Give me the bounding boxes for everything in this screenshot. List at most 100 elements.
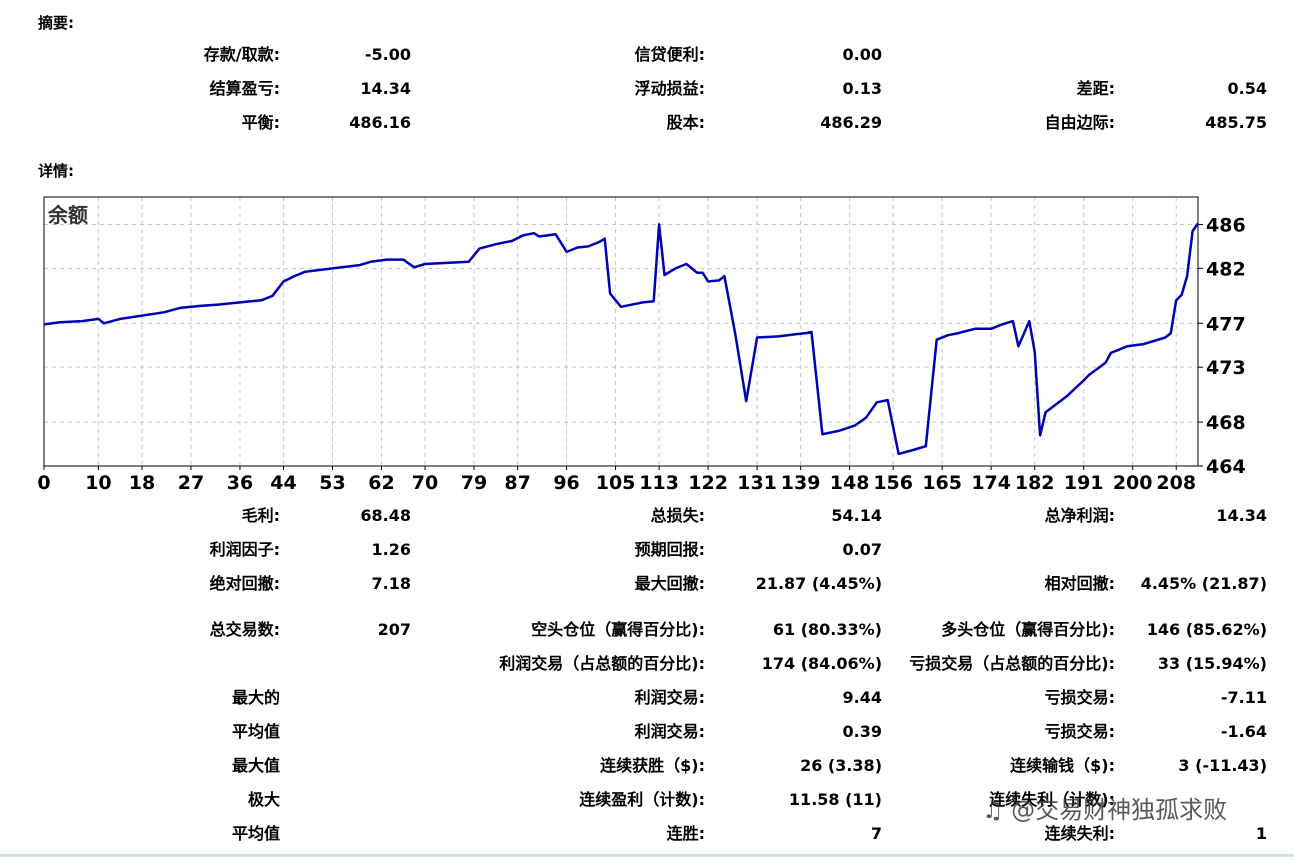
x-tick-label: 156: [873, 472, 913, 494]
stats-label: 毛利:: [241, 506, 280, 525]
stats-value: 61 (80.33%): [772, 620, 882, 639]
summary-label: 平衡:: [241, 113, 280, 132]
summary-value: 0.13: [842, 79, 882, 98]
stats-label: 总交易数:: [209, 620, 280, 639]
y-tick-label: 468: [1206, 412, 1246, 434]
stats-label: 连续输钱（$):: [1010, 756, 1115, 775]
x-tick-label: 18: [129, 472, 155, 494]
stats-label: 总损失:: [650, 506, 705, 525]
stats-value: 68.48: [360, 506, 411, 525]
x-tick-label: 113: [639, 472, 679, 494]
stats-label: 极大: [247, 790, 280, 809]
balance-chart: 0 10 18 27 36 44 53 62 70 79 87 96 105 113 122 131 139 14…: [37, 196, 1246, 494]
stats-value: 207: [377, 620, 411, 639]
stats-label: 亏损交易（占总额的百分比):: [909, 654, 1115, 673]
x-tick-label: 79: [461, 472, 487, 494]
stats-label: 连续盈利（计数):: [579, 790, 705, 809]
stats-label: 利润交易:: [634, 688, 705, 707]
stats-label: 亏损交易:: [1044, 722, 1115, 741]
x-tick-label: 122: [688, 472, 728, 494]
summary-value: 486.29: [820, 113, 882, 132]
x-tick-label: 165: [922, 472, 962, 494]
summary-value: 0.54: [1227, 79, 1267, 98]
stats-value: 21.87 (4.45%): [755, 574, 882, 593]
x-tick-label: 62: [368, 472, 394, 494]
x-tick-label: 148: [830, 472, 870, 494]
watermark: ♫ @交易财神独孤求败: [982, 790, 1282, 830]
stats-label: 最大回撤:: [634, 574, 705, 593]
stats-value: 26 (3.38): [800, 756, 882, 775]
stats-label: 利润交易:: [634, 722, 705, 741]
y-tick-label: 477: [1206, 313, 1246, 335]
summary-label: 股本:: [666, 113, 705, 132]
stats-label: 最大值: [231, 756, 280, 775]
summary-label: 浮动损益:: [634, 79, 705, 98]
x-tick-label: 0: [37, 472, 50, 494]
stats-value: 1.26: [371, 540, 411, 559]
stats-label: 平均值: [231, 722, 280, 741]
stats-value: 0.07: [842, 540, 882, 559]
balance-line: [43, 222, 1200, 456]
x-tick-label: 27: [178, 472, 204, 494]
stats-value: 4.45% (21.87): [1140, 574, 1267, 593]
x-tick-label: 53: [319, 472, 345, 494]
y-tick-label: 464: [1206, 456, 1246, 478]
summary-title: 摘要:: [38, 14, 74, 32]
stats-value: -7.11: [1220, 688, 1267, 707]
stats-label: 绝对回撤:: [209, 574, 280, 593]
x-tick-label: 200: [1113, 472, 1153, 494]
stats-value: 54.14: [831, 506, 882, 525]
stats-value: 9.44: [842, 688, 882, 707]
x-tick-label: 36: [227, 472, 253, 494]
stats-value: -1.64: [1220, 722, 1267, 741]
y-tick-label: 482: [1206, 258, 1246, 280]
stats-label: 最大的: [231, 688, 280, 707]
stats-label: 空头仓位（赢得百分比):: [531, 620, 705, 639]
stats-label: 多头仓位（赢得百分比):: [941, 620, 1115, 639]
x-tick-label: 182: [1015, 472, 1055, 494]
chart-title: 余额: [47, 203, 88, 227]
stats-value: 14.34: [1216, 506, 1267, 525]
stats-label: 相对回撤:: [1044, 574, 1115, 593]
stats-value: 7: [870, 824, 882, 843]
stats-value: 146 (85.62%): [1146, 620, 1267, 639]
summary-label: 结算盈亏:: [209, 79, 280, 98]
x-tick-label: 208: [1156, 472, 1196, 494]
x-tick-label: 191: [1064, 472, 1104, 494]
stats-label: 平均值: [231, 824, 280, 843]
stats-label: 连续获胜（$):: [600, 756, 705, 775]
x-tick-label: 44: [270, 472, 296, 494]
summary-label: 差距:: [1076, 79, 1115, 98]
summary-value: 485.75: [1205, 113, 1267, 132]
summary-value: 14.34: [360, 79, 411, 98]
stats-value: 0.39: [842, 722, 882, 741]
summary-value: 0.00: [842, 45, 882, 64]
y-tick-label: 473: [1206, 357, 1246, 379]
y-tick-label: 486: [1206, 214, 1246, 236]
stats-value: 7.18: [371, 574, 411, 593]
stats-label: 预期回报:: [634, 540, 705, 559]
bottom-divider: [0, 854, 1294, 857]
summary-label: 信贷便利:: [634, 45, 705, 64]
details-title: 详情:: [38, 162, 74, 180]
summary-label: 自由边际:: [1044, 113, 1115, 132]
summary-value: -5.00: [364, 45, 411, 64]
watermark-text: @交易财神独孤求败: [1011, 796, 1228, 824]
x-tick-label: 131: [737, 472, 777, 494]
stats-value: 3 (-11.43): [1178, 756, 1267, 775]
x-tick-label: 10: [85, 472, 111, 494]
stats-value: 11.58 (11): [788, 790, 882, 809]
stats-label: 亏损交易:: [1044, 688, 1115, 707]
stats-label: 总净利润:: [1044, 506, 1115, 525]
x-tick-label: 174: [971, 472, 1011, 494]
summary-value: 486.16: [349, 113, 411, 132]
stats-label: 利润交易（占总额的百分比):: [499, 654, 705, 673]
stats-label: 连胜:: [666, 824, 705, 843]
x-tick-label: 70: [412, 472, 438, 494]
x-tick-label: 139: [781, 472, 821, 494]
summary-label: 存款/取款:: [203, 45, 280, 64]
stats-value: 33 (15.94%): [1157, 654, 1267, 673]
wechat-icon: ♫: [982, 796, 1004, 824]
x-tick-label: 96: [553, 472, 579, 494]
x-tick-label: 87: [504, 472, 530, 494]
